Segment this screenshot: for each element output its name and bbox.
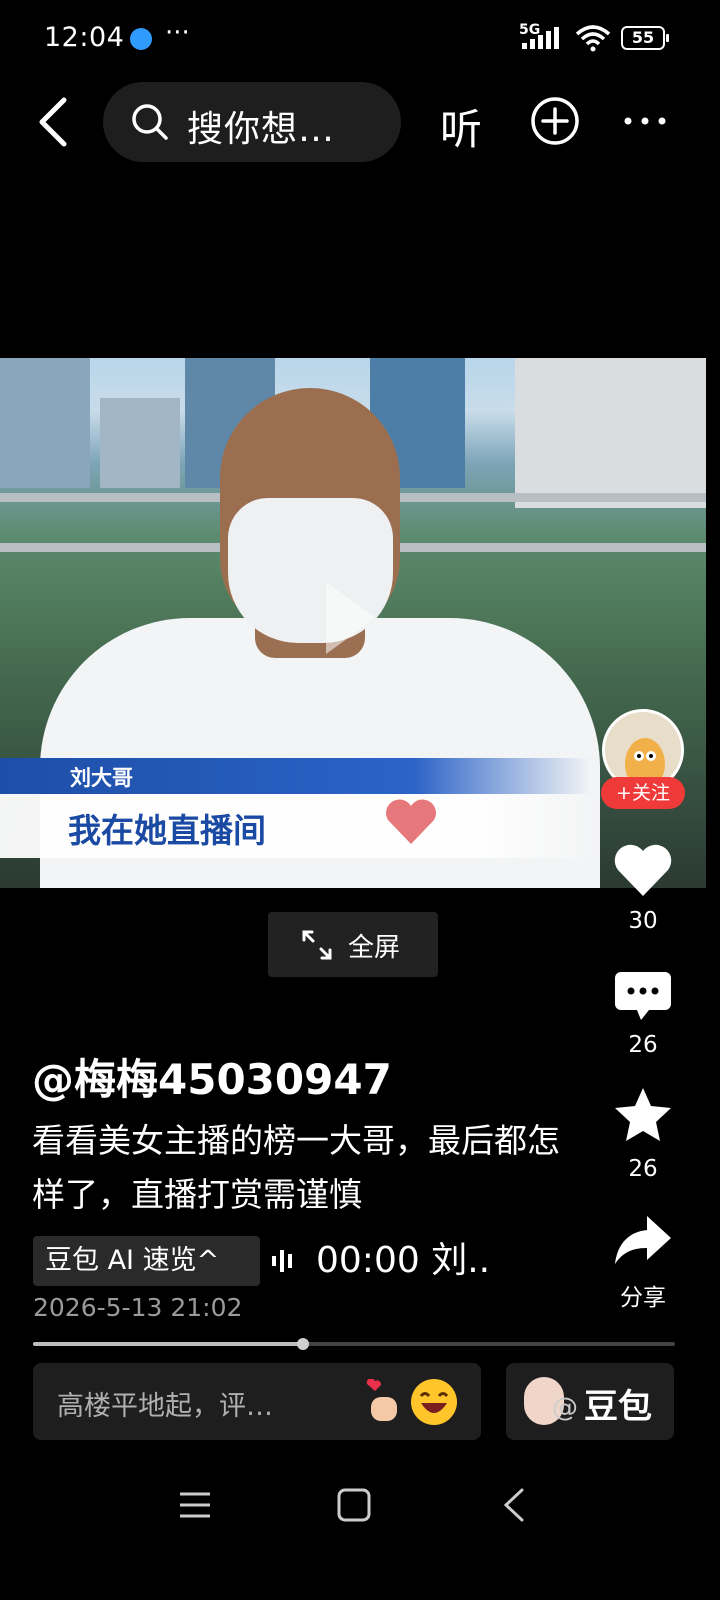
back-icon bbox=[39, 97, 67, 147]
search-icon bbox=[132, 104, 168, 140]
add-icon bbox=[531, 97, 579, 145]
caption-text-bar: 我在她直播间 bbox=[0, 794, 600, 858]
search-placeholder: 搜你想… bbox=[187, 109, 336, 150]
menu-nav-icon[interactable] bbox=[178, 1488, 212, 1522]
caption-text: 我在她直播间 bbox=[68, 811, 266, 850]
signal-icon bbox=[522, 27, 559, 49]
caption-name: 刘大哥 bbox=[70, 766, 133, 790]
play-icon[interactable] bbox=[320, 578, 380, 658]
expand-icon bbox=[302, 930, 332, 960]
progress-fill bbox=[33, 1342, 303, 1346]
status-bar: 12:04 ··· 5G 55 bbox=[0, 0, 720, 78]
fullscreen-label: 全屏 bbox=[348, 933, 401, 963]
comment-input[interactable]: 高楼平地起，评… bbox=[33, 1363, 481, 1440]
battery-indicator: 55 bbox=[621, 26, 669, 50]
star-icon bbox=[615, 1088, 671, 1141]
comment-button[interactable] bbox=[613, 968, 673, 1024]
home-nav-icon[interactable] bbox=[337, 1488, 371, 1522]
more-button[interactable] bbox=[620, 96, 670, 146]
laugh-emoji-icon[interactable] bbox=[411, 1379, 457, 1425]
background-building bbox=[100, 398, 180, 488]
background-building bbox=[515, 358, 706, 508]
video-player[interactable]: 刘大哥 我在她直播间 bbox=[0, 358, 706, 888]
heart-icon bbox=[614, 844, 672, 896]
audio-icon bbox=[272, 1250, 292, 1272]
finger-heart-emoji-icon[interactable] bbox=[363, 1379, 403, 1425]
caption-name-bar: 刘大哥 bbox=[0, 758, 590, 794]
status-more-indicator: ··· bbox=[165, 18, 190, 48]
fullscreen-button[interactable]: 全屏 bbox=[268, 912, 438, 977]
add-button[interactable] bbox=[530, 96, 580, 146]
author-name[interactable]: @梅梅45030947 bbox=[32, 1046, 392, 1107]
comment-count: 26 bbox=[628, 1032, 658, 1058]
doubao-at-symbol: @ bbox=[552, 1393, 578, 1423]
more-icon bbox=[624, 117, 666, 125]
video-progress-bar[interactable] bbox=[33, 1338, 675, 1350]
comment-placeholder: 高楼平地起，评… bbox=[57, 1391, 273, 1422]
like-count: 30 bbox=[628, 908, 658, 934]
notification-app-icon bbox=[130, 28, 152, 50]
search-input[interactable]: 搜你想… bbox=[103, 82, 401, 162]
progress-knob[interactable] bbox=[296, 1338, 309, 1350]
favorite-count: 26 bbox=[628, 1156, 658, 1182]
doubao-button[interactable]: @ 豆包 bbox=[506, 1363, 674, 1440]
background-building bbox=[0, 358, 90, 488]
post-description: 看看美女主播的榜一大哥，最后都怎样了，直播打赏需谨慎 bbox=[32, 1121, 560, 1214]
back-button[interactable] bbox=[34, 94, 78, 150]
like-button[interactable] bbox=[613, 842, 673, 898]
favorite-button[interactable] bbox=[613, 1086, 673, 1142]
share-button[interactable] bbox=[613, 1212, 673, 1268]
listen-button[interactable]: 听 bbox=[440, 96, 482, 157]
comment-icon bbox=[615, 972, 671, 1020]
follow-button[interactable]: +关注 bbox=[601, 777, 685, 809]
share-label: 分享 bbox=[620, 1285, 666, 1311]
shirt-heart-logo bbox=[386, 799, 436, 844]
share-icon bbox=[615, 1216, 671, 1264]
system-navigation-bar bbox=[0, 1470, 720, 1550]
wifi-icon bbox=[575, 25, 611, 52]
ai-summary-button[interactable]: 豆包 AI 速览^ bbox=[33, 1236, 260, 1286]
status-time: 12:04 bbox=[44, 22, 125, 53]
back-nav-icon[interactable] bbox=[500, 1488, 528, 1522]
audio-transcript[interactable]: 00:00 刘.. bbox=[316, 1236, 490, 1286]
doubao-label: 豆包 bbox=[584, 1387, 652, 1427]
post-date: 2026-5-13 21:02 bbox=[33, 1293, 243, 1322]
